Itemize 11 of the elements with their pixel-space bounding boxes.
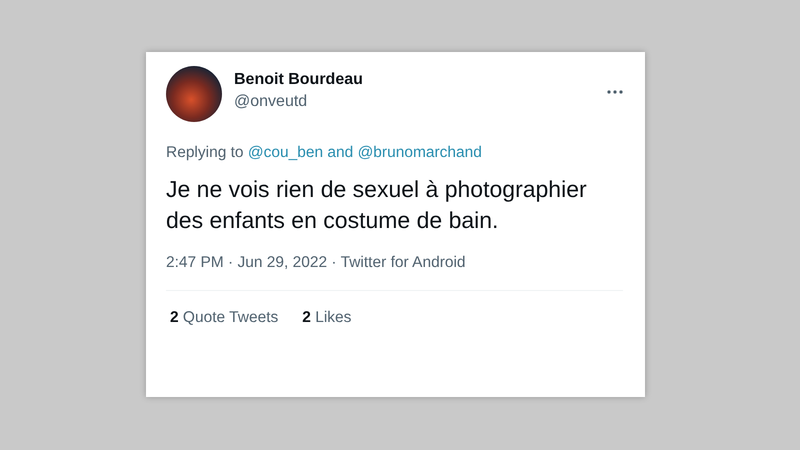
author-handle: @onveutd [234,93,308,111]
mention-link[interactable]: and [323,144,358,161]
replying-to-text: Replying to @cou_ben and @brunomarchand [166,144,483,162]
mention-link[interactable]: @cou_ben [248,144,324,161]
author-name: Benoit Bourdeau [234,71,364,89]
tweet-text: Je ne vois rien de sexuel à photographier des enfants en costume de bain. [166,175,588,235]
tweet-timestamp: 2:47 PM · Jun 29, 2022 · Twitter for Android [166,254,467,272]
engagement-count[interactable]: 2 Likes [302,309,352,327]
engagement-count[interactable]: 2 Quote Tweets [170,309,278,327]
mention-link[interactable]: @brunomarchand [358,144,482,161]
more-icon[interactable] [607,90,623,94]
